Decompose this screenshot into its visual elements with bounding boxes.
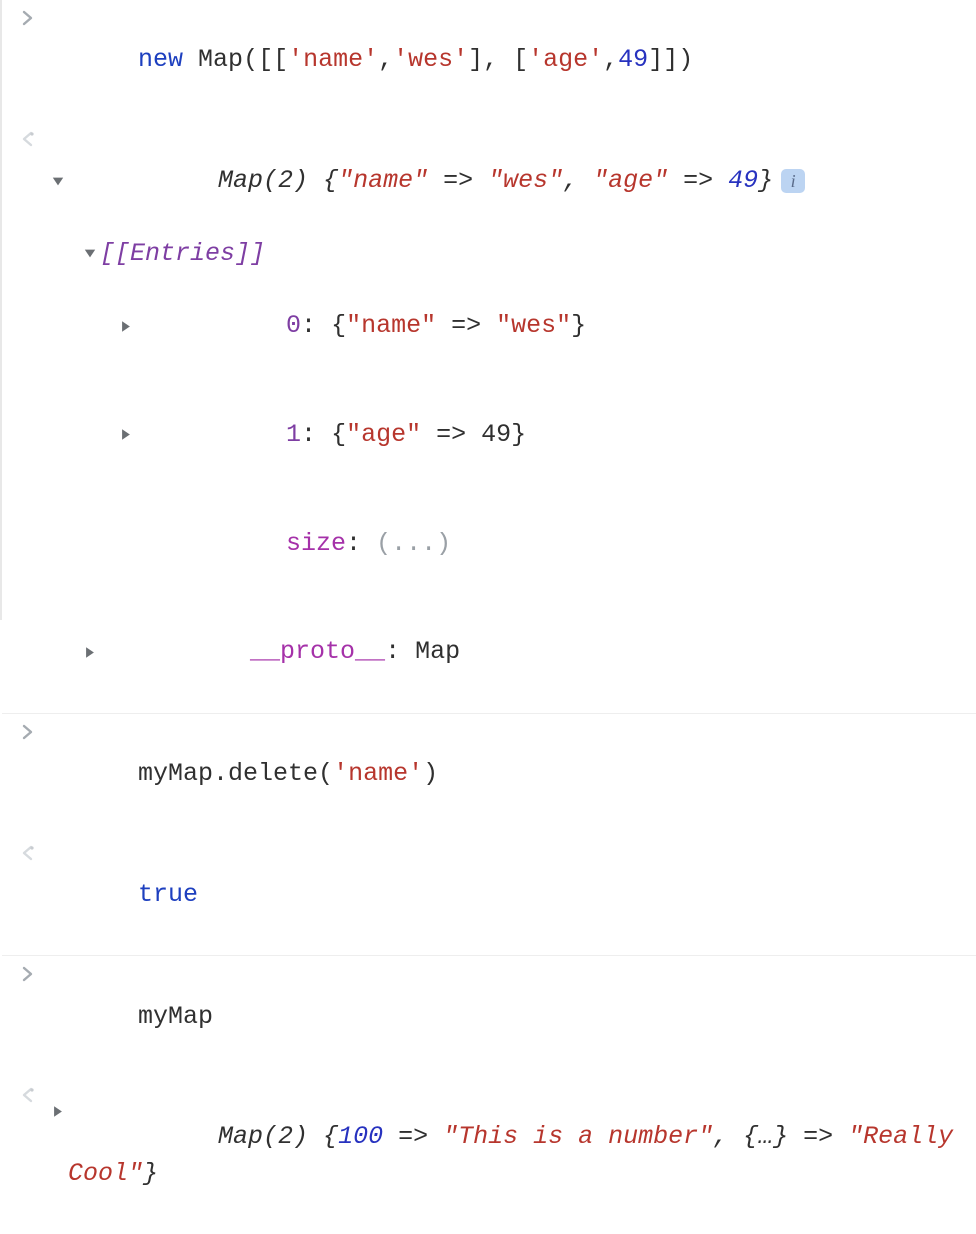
arrow: =>: [668, 166, 728, 195]
code: ): [423, 759, 438, 788]
punct: }: [758, 166, 773, 195]
console-input-code[interactable]: new Map([['name','wes'], ['age',49]]): [48, 6, 976, 115]
disclosure-triangle-right-icon[interactable]: [80, 646, 100, 659]
map-prefix: Map(2): [218, 166, 308, 195]
console-input-row: myMap.delete('name'): [2, 714, 976, 835]
punct: 49}: [481, 420, 526, 449]
info-icon[interactable]: i: [781, 169, 805, 193]
number: 49: [618, 45, 648, 74]
string: "name": [346, 311, 436, 340]
arrow: =>: [436, 311, 496, 340]
entries-internal-line[interactable]: [[Entries]]: [48, 236, 966, 272]
string: "age": [593, 166, 668, 195]
keyword-new: new: [138, 45, 183, 74]
disclosure-triangle-down-icon[interactable]: [48, 175, 68, 188]
punct: ], [: [468, 45, 528, 74]
string: "name": [338, 166, 428, 195]
map-prefix: Map(2): [218, 1122, 308, 1151]
prompt-icon: [8, 962, 48, 982]
prompt-icon: [8, 720, 48, 740]
punct: ,: [378, 45, 393, 74]
number: 100: [338, 1122, 383, 1151]
string: "age": [346, 420, 421, 449]
code: myMap: [138, 1002, 213, 1031]
disclosure-triangle-right-icon[interactable]: [116, 320, 136, 333]
punct: {: [331, 420, 346, 449]
code: myMap.delete(: [138, 759, 333, 788]
class-name: Map: [198, 45, 243, 74]
punct: ,: [563, 166, 593, 195]
console-output-row: Map(2) {"name" => "wes", "age" => 49} i …: [2, 121, 976, 714]
punct: :: [301, 420, 331, 449]
console-output-body: true: [48, 841, 976, 950]
arrow: =>: [421, 420, 481, 449]
size-label: size: [286, 529, 346, 558]
punct: ,: [603, 45, 618, 74]
punct: ]]): [648, 45, 693, 74]
string: 'wes': [393, 45, 468, 74]
punct: {: [331, 311, 346, 340]
punct: {: [308, 166, 338, 195]
string: "wes": [496, 311, 571, 340]
console-input-code[interactable]: myMap.delete('name'): [48, 720, 976, 829]
internal-entries-label: [[Entries]]: [100, 236, 265, 272]
punct: {: [308, 1122, 338, 1151]
string: "wes": [488, 166, 563, 195]
punct: }: [143, 1159, 158, 1188]
punct: :: [301, 311, 331, 340]
space: [183, 45, 198, 74]
entry-index: 1: [286, 420, 301, 449]
boolean: true: [138, 880, 198, 909]
console-input-row: myMap: [2, 956, 976, 1077]
arrow: =>: [383, 1122, 443, 1151]
entry-item-1[interactable]: 1: {"age" => 49}: [48, 381, 966, 490]
string: 'name': [288, 45, 378, 74]
return-icon: [8, 127, 48, 147]
console-output-body: Map(2) {100 => "This is a number", {…} =…: [48, 1083, 976, 1228]
entry-index: 0: [286, 311, 301, 340]
size-line[interactable]: size: (...): [48, 489, 966, 598]
return-icon: [8, 1083, 48, 1103]
console-input-row: new Map([['name','wes'], ['age',49]]): [2, 0, 976, 121]
proto-label: __proto__: [250, 637, 385, 666]
punct: , {…}: [713, 1122, 788, 1151]
object-summary-line[interactable]: Map(2) {100 => "This is a number", {…} =…: [48, 1083, 966, 1228]
arrow: =>: [428, 166, 488, 195]
disclosure-triangle-right-icon[interactable]: [116, 428, 136, 441]
console-output-row: true: [2, 835, 976, 957]
arrow: =>: [788, 1122, 848, 1151]
proto-line[interactable]: __proto__: Map: [48, 598, 966, 707]
object-summary-line[interactable]: Map(2) {"name" => "wes", "age" => 49} i: [48, 127, 966, 236]
disclosure-triangle-right-icon[interactable]: [48, 1083, 68, 1118]
console-output-row: Map(2) {100 => "This is a number", {…} =…: [2, 1077, 976, 1234]
return-icon: [8, 841, 48, 861]
string: 'name': [333, 759, 423, 788]
console-input-code[interactable]: myMap: [48, 962, 976, 1071]
number: 49: [728, 166, 758, 195]
string: "This is a number": [443, 1122, 713, 1151]
prompt-icon: [8, 6, 48, 26]
string: 'age': [528, 45, 603, 74]
devtools-console: new Map([['name','wes'], ['age',49]]) Ma…: [0, 0, 976, 620]
punct: ([[: [243, 45, 288, 74]
proto-value: Map: [415, 637, 460, 666]
disclosure-triangle-down-icon[interactable]: [80, 247, 100, 260]
punct: }: [571, 311, 586, 340]
size-value[interactable]: (...): [376, 529, 451, 558]
entry-item-0[interactable]: 0: {"name" => "wes"}: [48, 272, 966, 381]
